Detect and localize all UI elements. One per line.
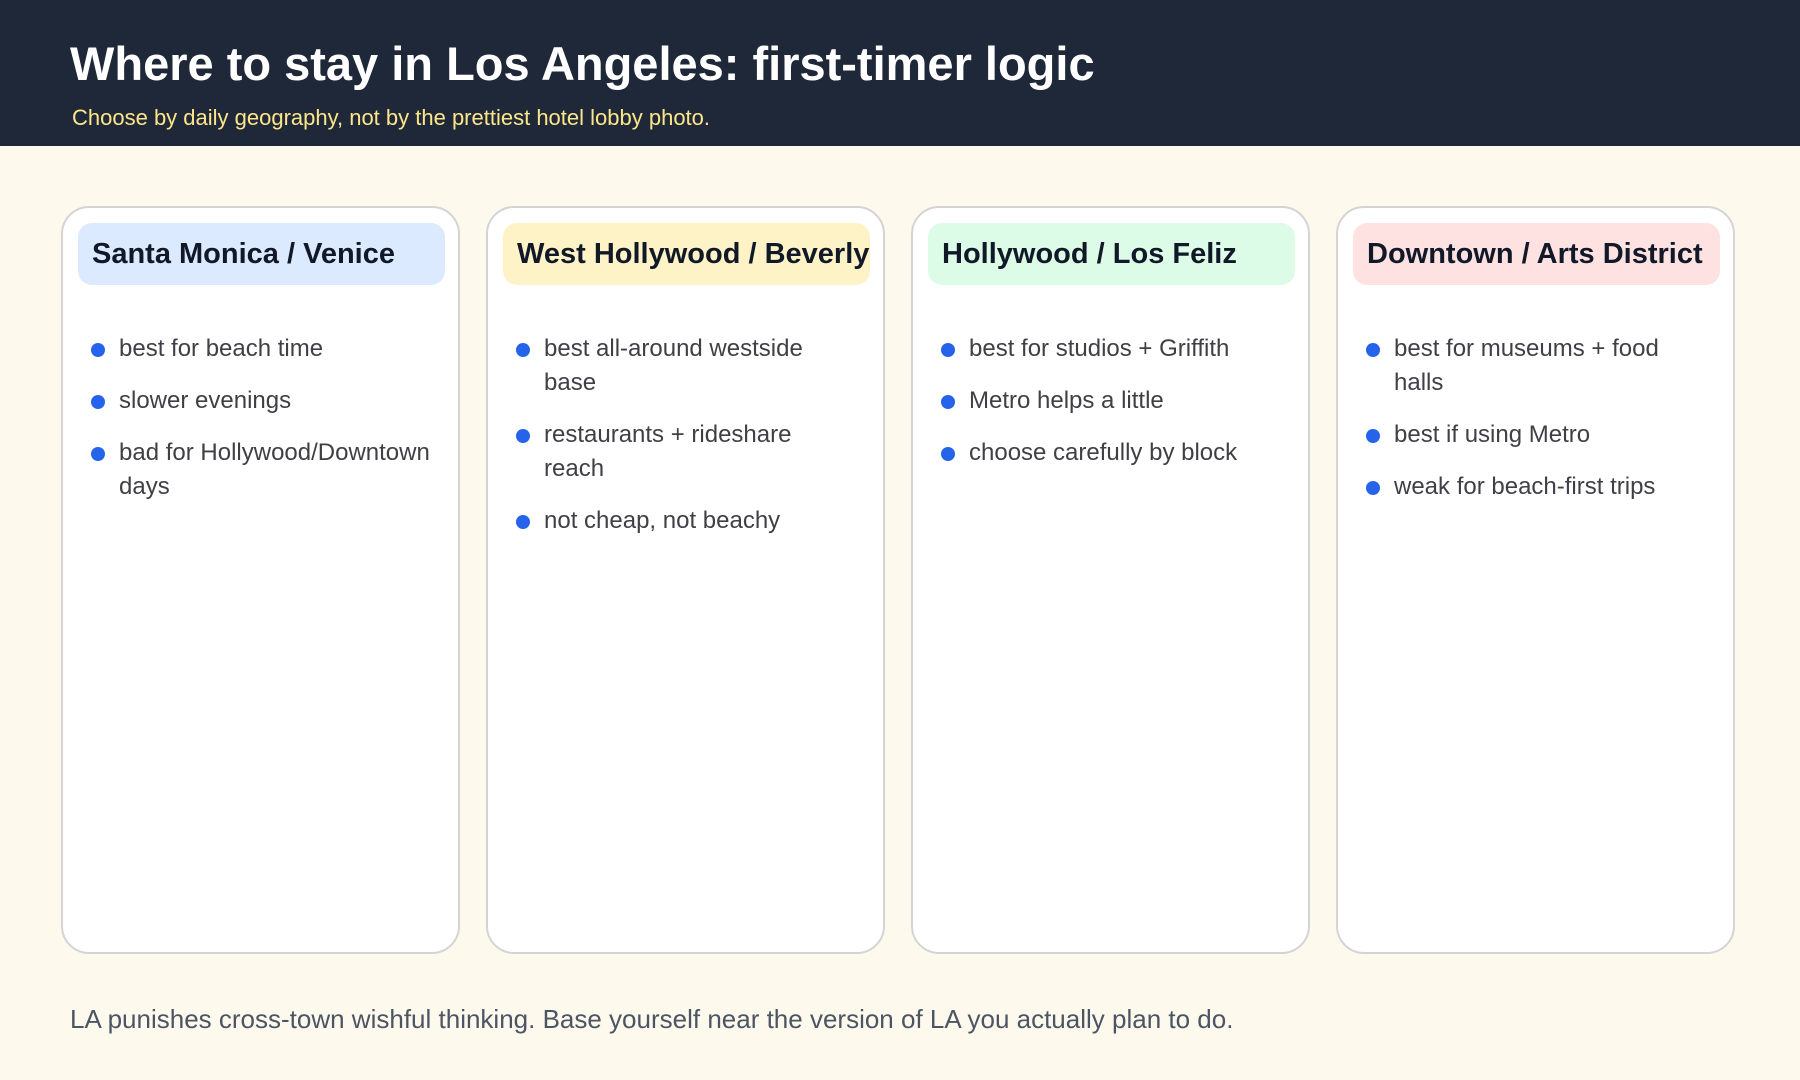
card-santa-monica-venice: Santa Monica / Venice best for beach tim… — [61, 206, 460, 954]
card-title: West Hollywood / Beverly Grove — [517, 238, 870, 270]
card-title: Downtown / Arts District — [1367, 238, 1703, 270]
list-item: best for beach time — [91, 332, 431, 366]
footer-note: LA punishes cross-town wishful thinking.… — [70, 1004, 1234, 1034]
bullet-dot-icon — [516, 429, 530, 443]
card-header: West Hollywood / Beverly Grove — [503, 223, 870, 285]
bullet-text: best if using Metro — [1394, 421, 1591, 448]
card-west-hollywood-beverly-grove: West Hollywood / Beverly Grove best all-… — [486, 206, 885, 954]
bullet-dot-icon — [516, 515, 530, 529]
list-item: best all-around westside base — [516, 332, 856, 400]
bullet-text: slower evenings — [119, 387, 292, 414]
bullet-text: choose carefully by block — [969, 439, 1238, 466]
list-item: restaurants + rideshare reach — [516, 418, 856, 486]
card-header: Hollywood / Los Feliz — [928, 223, 1295, 285]
list-item: choose carefully by block — [941, 436, 1281, 470]
card-title: Hollywood / Los Feliz — [942, 238, 1237, 270]
bullet-dot-icon — [1366, 481, 1380, 495]
bullet-dot-icon — [941, 447, 955, 461]
bullet-dot-icon — [1366, 343, 1380, 357]
bullet-dot-icon — [1366, 429, 1380, 443]
bullet-text: Metro helps a little — [969, 387, 1164, 414]
bullet-dot-icon — [516, 343, 530, 357]
bullet-text: best for museums + food halls — [1394, 335, 1659, 396]
bullet-dot-icon — [91, 343, 105, 357]
card-title: Santa Monica / Venice — [92, 238, 395, 270]
list-item: best if using Metro — [1366, 418, 1706, 452]
list-item: best for museums + food halls — [1366, 332, 1706, 400]
bullet-list: best for beach time slower evenings bad … — [91, 332, 431, 522]
card-downtown-arts-district: Downtown / Arts District best for museum… — [1336, 206, 1735, 954]
list-item: best for studios + Griffith — [941, 332, 1281, 366]
card-header: Santa Monica / Venice — [78, 223, 445, 285]
bullet-list: best for museums + food halls best if us… — [1366, 332, 1706, 522]
bullet-text: bad for Hollywood/Downtown days — [119, 439, 430, 500]
bullet-text: restaurants + rideshare reach — [544, 421, 792, 482]
bullet-list: best all-around westside base restaurant… — [516, 332, 856, 556]
list-item: weak for beach-first trips — [1366, 470, 1706, 504]
bullet-dot-icon — [941, 343, 955, 357]
list-item: Metro helps a little — [941, 384, 1281, 418]
card-hollywood-los-feliz: Hollywood / Los Feliz best for studios +… — [911, 206, 1310, 954]
bullet-text: best for studios + Griffith — [969, 335, 1230, 362]
card-header: Downtown / Arts District — [1353, 223, 1720, 285]
bullet-dot-icon — [91, 395, 105, 409]
bullet-text: weak for beach-first trips — [1394, 473, 1656, 500]
bullet-text: not cheap, not beachy — [544, 507, 781, 534]
bullet-list: best for studios + Griffith Metro helps … — [941, 332, 1281, 488]
bullet-text: best all-around westside base — [544, 335, 803, 396]
list-item: not cheap, not beachy — [516, 504, 856, 538]
page-title: Where to stay in Los Angeles: first-time… — [70, 37, 1095, 90]
page-header: Where to stay in Los Angeles: first-time… — [0, 0, 1800, 146]
list-item: bad for Hollywood/Downtown days — [91, 436, 431, 504]
list-item: slower evenings — [91, 384, 431, 418]
bullet-text: best for beach time — [119, 335, 324, 362]
page-subtitle: Choose by daily geography, not by the pr… — [72, 105, 711, 130]
bullet-dot-icon — [91, 447, 105, 461]
bullet-dot-icon — [941, 395, 955, 409]
